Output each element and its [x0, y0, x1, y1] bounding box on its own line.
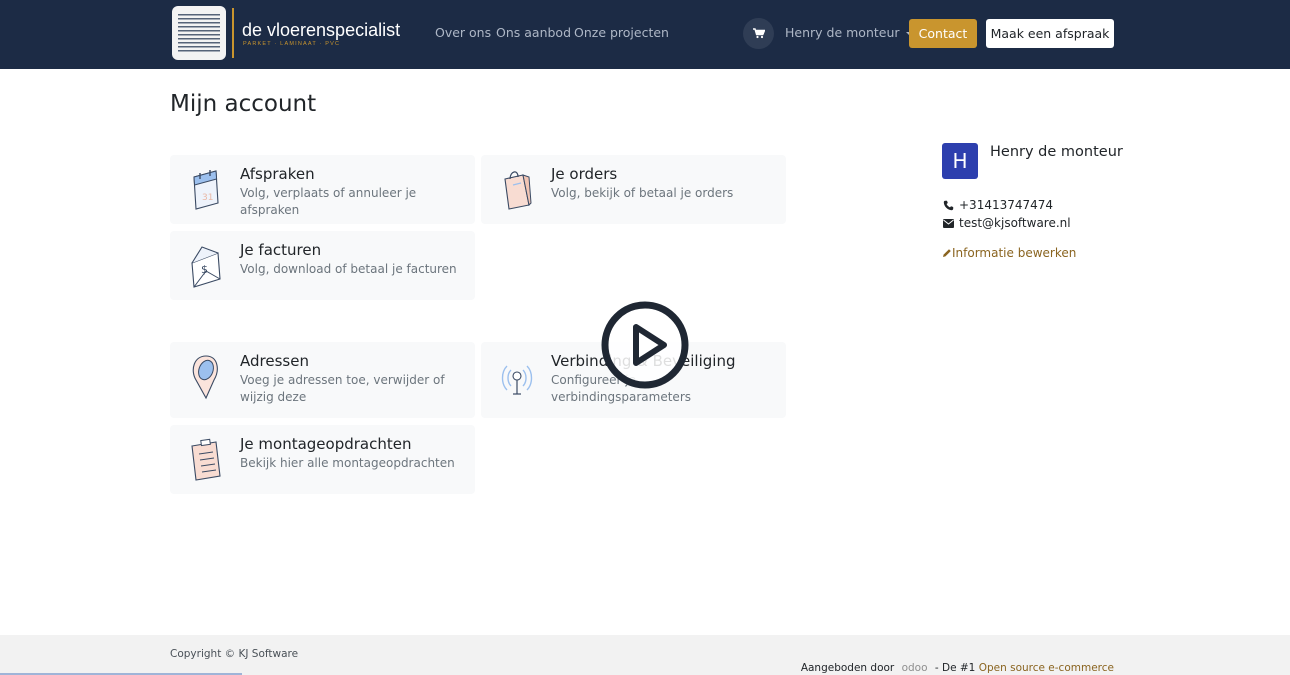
logo-divider: [232, 8, 234, 58]
card-je-orders[interactable]: Je orders Volg, bekijk of betaal je orde…: [481, 155, 786, 224]
cart-icon: [752, 28, 765, 39]
card-je-facturen[interactable]: $ Je facturen Volg, download of betaal j…: [170, 231, 475, 300]
clipboard-icon: [191, 438, 221, 481]
card-description: Bekijk hier alle montageopdrachten: [240, 456, 455, 470]
phone-line: +31413747474: [943, 198, 1053, 212]
powered-prefix: Aangeboden door: [800, 662, 895, 674]
phone-icon: [943, 200, 954, 210]
user-menu-label: Henry de monteur: [785, 25, 900, 40]
powered-by: Aangeboden door odoo - De #1 Open source…: [801, 662, 1114, 674]
phone-number: +31413747474: [959, 198, 1054, 212]
pencil-icon: [943, 249, 951, 257]
card-adressen[interactable]: Adressen Voeg je adressen toe, verwijder…: [170, 342, 475, 418]
svg-text:31: 31: [202, 193, 213, 203]
email-address: test@kjsoftware.nl: [959, 216, 1071, 230]
card-afspraken[interactable]: 31 Afspraken Volg, verplaats of annuleer…: [170, 155, 475, 224]
play-icon[interactable]: [601, 301, 689, 389]
map-pin-icon: [192, 355, 218, 400]
card-title: Afspraken: [240, 165, 315, 183]
top-navbar: de vloerenspecialist PARKET · LAMINAAT ·…: [0, 0, 1290, 69]
edit-info-link[interactable]: Informatie bewerken: [942, 246, 1076, 260]
odoo-logo[interactable]: odoo: [902, 662, 928, 674]
card-title: Je orders: [551, 165, 618, 183]
make-appointment-button[interactable]: Maak een afspraak: [986, 19, 1114, 48]
open-source-ecommerce-link[interactable]: Open source e-commerce: [979, 662, 1114, 674]
card-title: Adressen: [240, 352, 309, 370]
nav-onze-projecten[interactable]: Onze projecten: [574, 25, 669, 40]
antenna-icon: [501, 365, 533, 395]
logo-title[interactable]: de vloerenspecialist: [242, 20, 400, 41]
nav-ons-aanbod[interactable]: Ons aanbod: [496, 25, 571, 40]
card-description: Volg, download of betaal je facturen: [240, 262, 457, 276]
card-je-montageopdrachten[interactable]: Je montageopdrachten Bekijk hier alle mo…: [170, 425, 475, 494]
page-title: Mijn account: [170, 91, 317, 117]
invoice-icon: $: [191, 246, 221, 288]
svg-text:$: $: [201, 263, 208, 276]
card-title: Je facturen: [240, 241, 322, 259]
logo-mark[interactable]: [172, 6, 226, 60]
edit-info-label: Informatie bewerken: [952, 246, 1077, 260]
card-title: Je montageopdrachten: [240, 435, 412, 453]
powered-mid: - De #1: [934, 662, 976, 674]
avatar: H: [942, 143, 978, 179]
calendar-icon: 31: [193, 170, 219, 210]
email-line: test@kjsoftware.nl: [943, 216, 1071, 230]
profile-name: Henry de monteur: [990, 144, 1123, 160]
nav-over-ons[interactable]: Over ons: [435, 25, 491, 40]
envelope-icon: [943, 218, 954, 228]
contact-button[interactable]: Contact: [909, 19, 977, 48]
shopping-bag-icon: [504, 171, 532, 210]
card-description: Voeg je adressen toe, verwijder of wijzi…: [240, 373, 445, 404]
logo-subtitle: PARKET · LAMINAAT · PVC: [243, 41, 341, 47]
copyright-text: Copyright © KJ Software: [170, 648, 299, 660]
user-menu-dropdown[interactable]: Henry de monteur: [785, 25, 912, 40]
card-description: Volg, bekijk of betaal je orders: [551, 186, 734, 200]
card-description: Volg, verplaats of annuleer je afspraken: [240, 186, 417, 217]
cart-button[interactable]: [743, 18, 774, 49]
